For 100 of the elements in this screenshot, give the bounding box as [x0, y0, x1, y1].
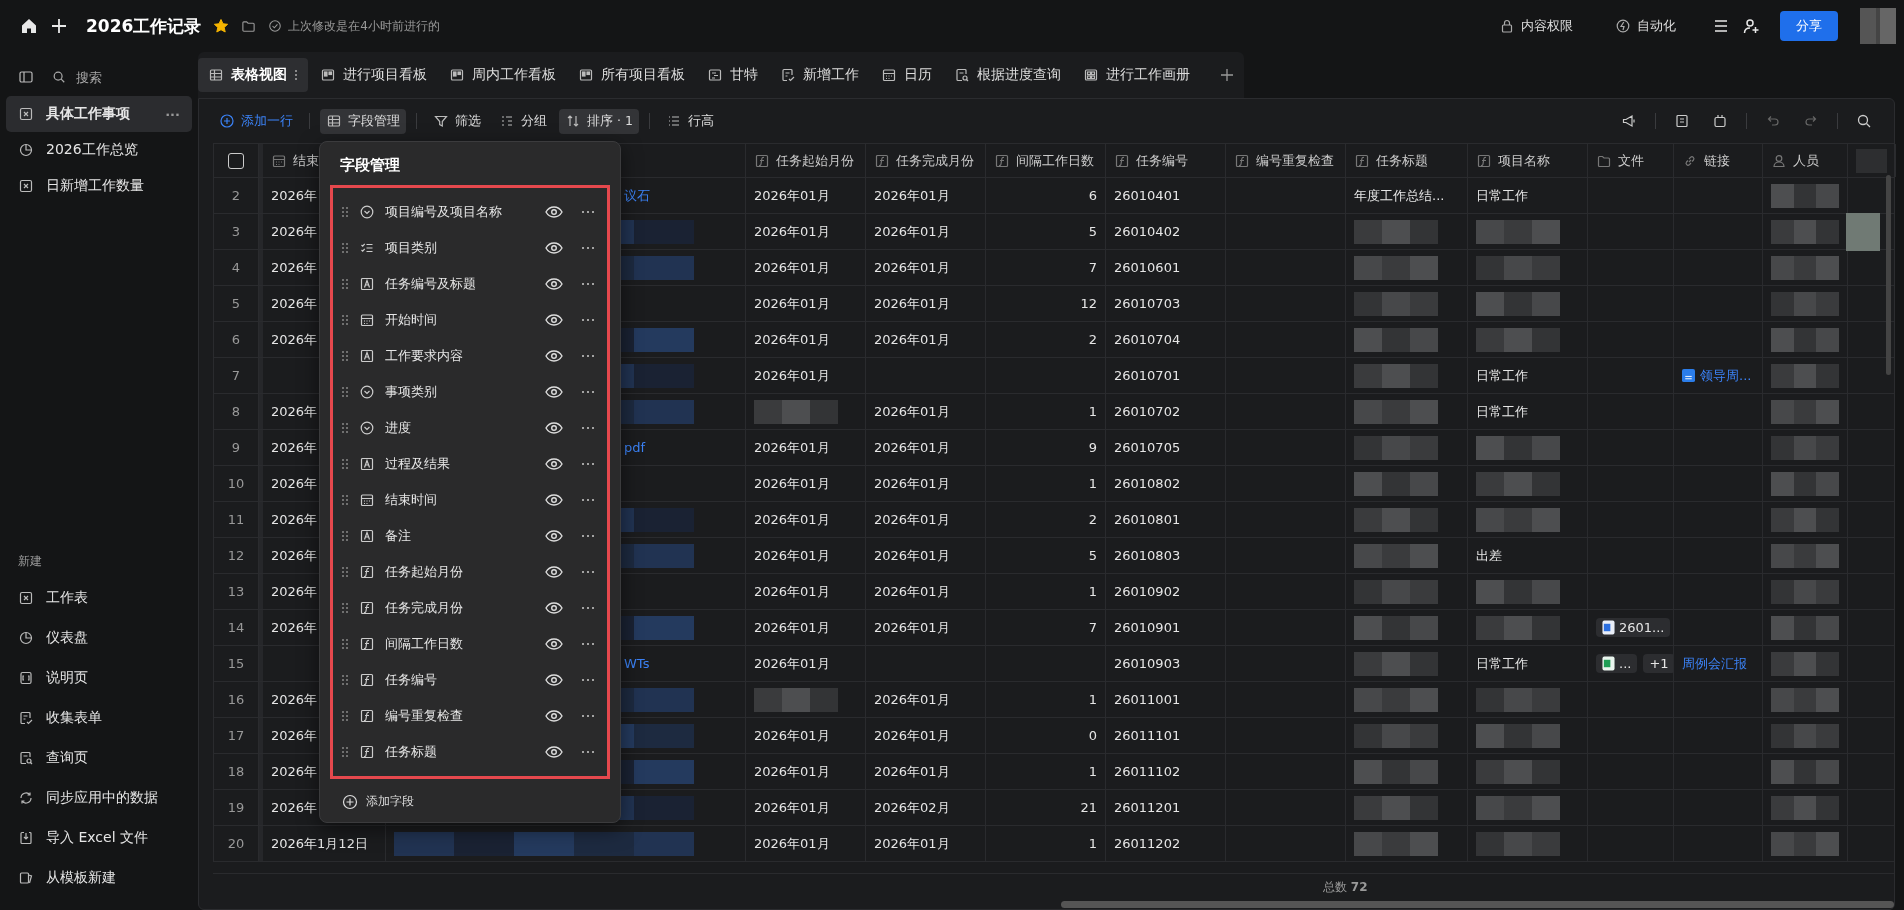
drag-handle-icon[interactable] — [341, 674, 349, 686]
field-row[interactable]: 任务编号及标题 — [341, 266, 599, 302]
eye-icon[interactable] — [545, 385, 563, 399]
search-field[interactable]: 搜索 — [74, 68, 178, 86]
more-icon[interactable] — [581, 570, 595, 574]
column-header[interactable]: 链接 — [1682, 151, 1730, 170]
column-header[interactable]: 任务编号 — [1114, 151, 1188, 170]
field-row[interactable]: 间隔工作日数 — [341, 626, 599, 662]
menu-icon[interactable] — [1712, 17, 1730, 35]
field-row[interactable]: 备注 — [341, 518, 599, 554]
eye-icon[interactable] — [545, 241, 563, 255]
view-tab[interactable]: 日历 — [871, 58, 942, 92]
add-view-icon[interactable] — [1220, 68, 1234, 82]
sidebar-item[interactable]: 2026工作总览 — [6, 132, 192, 168]
attachment-chip[interactable]: ... — [1596, 654, 1638, 673]
field-row[interactable]: 开始时间 — [341, 302, 599, 338]
drag-handle-icon[interactable] — [341, 458, 349, 470]
field-row[interactable]: 进度 — [341, 410, 599, 446]
folder-icon[interactable] — [241, 18, 257, 34]
eye-icon[interactable] — [545, 421, 563, 435]
view-tab[interactable]: 表格视图 — [198, 58, 308, 92]
field-row[interactable]: 结束时间 — [341, 482, 599, 518]
link-text[interactable]: WTs — [624, 656, 650, 671]
view-tab[interactable]: 甘特 — [697, 58, 768, 92]
drag-handle-icon[interactable] — [341, 494, 349, 506]
plus-icon[interactable] — [50, 17, 68, 35]
drag-handle-icon[interactable] — [341, 386, 349, 398]
search-icon[interactable] — [1856, 113, 1872, 129]
eye-icon[interactable] — [545, 349, 563, 363]
eye-icon[interactable] — [545, 673, 563, 687]
view-tab[interactable]: 进行工作画册 — [1073, 58, 1200, 92]
add-user-icon[interactable] — [1742, 17, 1760, 35]
create-item[interactable]: 查询页 — [6, 738, 192, 778]
more-icon[interactable] — [581, 354, 595, 358]
eye-icon[interactable] — [545, 601, 563, 615]
top-action[interactable]: 自动化 — [1609, 16, 1682, 36]
column-header[interactable]: 编号重复检查 — [1234, 151, 1334, 170]
toolbar-button[interactable]: 字段管理 — [320, 108, 406, 134]
add-field-button[interactable]: 添加字段 — [330, 779, 426, 824]
column-header[interactable]: 文件 — [1596, 151, 1644, 170]
eye-icon[interactable] — [545, 709, 563, 723]
more-icon[interactable] — [581, 606, 595, 610]
field-row[interactable]: 过程及结果 — [341, 446, 599, 482]
link-text[interactable]: 议石 — [624, 186, 650, 205]
more-button[interactable]: ··· — [165, 106, 180, 122]
field-row[interactable]: 任务起始月份 — [341, 554, 599, 590]
create-item[interactable]: 仪表盘 — [6, 618, 192, 658]
eye-icon[interactable] — [545, 493, 563, 507]
drag-handle-icon[interactable] — [341, 422, 349, 434]
create-item[interactable]: 工作表 — [6, 578, 192, 618]
view-tab[interactable]: 根据进度查询 — [944, 58, 1071, 92]
sidebar-item[interactable]: 日新增工作数量 — [6, 168, 192, 204]
select-all-checkbox[interactable] — [228, 152, 244, 169]
drag-handle-icon[interactable] — [341, 638, 349, 650]
column-header[interactable]: 间隔工作日数 — [994, 151, 1094, 170]
more-icon[interactable] — [581, 318, 595, 322]
field-row[interactable]: 任务完成月份 — [341, 590, 599, 626]
attachment-chip[interactable]: 2601... — [1596, 618, 1671, 637]
toolbar-button[interactable]: 分组 — [493, 108, 553, 134]
link-text[interactable]: 周例会汇报 — [1682, 654, 1747, 673]
eye-icon[interactable] — [545, 457, 563, 471]
drag-handle-icon[interactable] — [341, 530, 349, 542]
toolbar-button[interactable]: 筛选 — [427, 108, 487, 134]
toolbar-button[interactable]: 添加一行 — [213, 108, 299, 134]
more-icon[interactable] — [581, 390, 595, 394]
more-icon[interactable] — [581, 642, 595, 646]
more-icon[interactable] — [581, 750, 595, 754]
eye-icon[interactable] — [545, 313, 563, 327]
home-icon[interactable] — [20, 17, 38, 35]
drag-handle-icon[interactable] — [341, 710, 349, 722]
field-row[interactable]: 事项类别 — [341, 374, 599, 410]
eye-icon[interactable] — [545, 205, 563, 219]
vertical-scrollbar[interactable] — [1886, 175, 1891, 375]
sidebar-item[interactable]: 具体工作事项 ··· — [6, 96, 192, 132]
more-icon[interactable] — [581, 498, 595, 502]
drag-handle-icon[interactable] — [341, 746, 349, 758]
create-item[interactable]: 说明页 — [6, 658, 192, 698]
horizontal-scrollbar[interactable] — [1061, 901, 1894, 908]
redo-icon[interactable] — [1803, 113, 1819, 129]
field-row[interactable]: 任务标题 — [341, 734, 599, 770]
drag-handle-icon[interactable] — [341, 566, 349, 578]
more-icon[interactable] — [581, 462, 595, 466]
megaphone-icon[interactable] — [1621, 113, 1637, 129]
create-item[interactable]: 从模板新建 — [6, 858, 192, 898]
eye-icon[interactable] — [545, 745, 563, 759]
create-item[interactable]: 导入 Excel 文件 — [6, 818, 192, 858]
column-header[interactable]: 结束 — [271, 151, 319, 170]
column-header[interactable]: 项目名称 — [1476, 151, 1550, 170]
drag-handle-icon[interactable] — [341, 242, 349, 254]
share-button[interactable]: 分享 — [1780, 11, 1838, 41]
more-icon[interactable] — [581, 714, 595, 718]
more-icon[interactable] — [581, 282, 595, 286]
link-text[interactable]: pdf — [624, 440, 646, 455]
toolbar-button[interactable]: 行高 — [659, 108, 720, 134]
column-header[interactable]: 任务完成月份 — [874, 151, 974, 170]
more-icon[interactable] — [581, 246, 595, 250]
sidebar-toggle-icon[interactable] — [18, 69, 34, 85]
field-row[interactable]: 任务编号 — [341, 662, 599, 698]
eye-icon[interactable] — [545, 277, 563, 291]
field-row[interactable]: 项目类别 — [341, 230, 599, 266]
